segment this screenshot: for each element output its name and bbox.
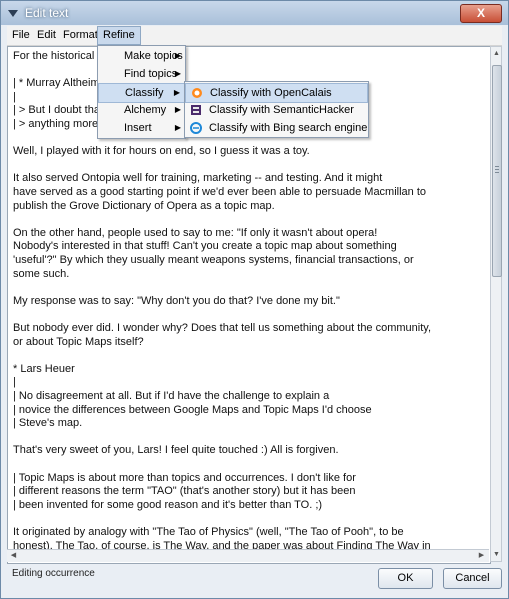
status-text: Editing occurrence — [12, 568, 95, 579]
classify-submenu: Classify with OpenCalais Classify with S… — [184, 81, 369, 138]
editor-line: * Lars Heuer — [13, 362, 75, 375]
editor-line: | * Murray Altheim — [13, 77, 100, 90]
menu-refine[interactable]: Refine — [97, 26, 141, 45]
editor-line: On the other hand, people used to say to… — [13, 226, 378, 239]
editor-line: or about Topic Maps itself? — [13, 335, 144, 348]
semantichacker-icon — [191, 105, 201, 115]
bing-icon — [190, 122, 202, 134]
editor-line: | > But I doubt that — [13, 104, 104, 117]
editor-line: It originated by analogy with "The Tao o… — [13, 526, 404, 538]
editor-line: | Topic Maps is about more than topics a… — [13, 471, 356, 484]
menu-file[interactable]: File — [7, 26, 35, 45]
opencalais-icon — [192, 88, 202, 98]
close-button[interactable]: X — [460, 4, 502, 23]
editor-line: | — [13, 90, 16, 103]
scroll-up-icon[interactable]: ▲ — [492, 49, 501, 58]
menu-bar: File Edit Format Refine — [7, 26, 502, 46]
scroll-left-icon[interactable]: ◀ — [9, 551, 18, 560]
editor-line: some such. — [13, 267, 70, 280]
editor-line: | Steve's map. — [13, 417, 83, 430]
menu-item-alchemy[interactable]: Alchemy ▶ — [98, 101, 185, 119]
scroll-down-icon[interactable]: ▼ — [492, 550, 501, 559]
editor-line: 'useful'?" By which they usually meant w… — [13, 254, 414, 266]
menu-item-classify-opencalais[interactable]: Classify with OpenCalais — [185, 83, 368, 103]
menu-item-classify-semantichacker[interactable]: Classify with SemanticHacker — [185, 101, 368, 119]
vertical-scrollbar[interactable]: ▲ ▼ — [490, 46, 502, 562]
horizontal-scrollbar[interactable]: ◀ ▶ — [7, 549, 489, 562]
editor-line: My response was to say: "Why don't you d… — [13, 294, 340, 307]
editor-line: | novice the differences between Google … — [13, 403, 372, 416]
menu-item-find-topics[interactable]: Find topics ▶ — [98, 65, 185, 83]
chevron-right-icon: ▶ — [174, 69, 181, 78]
editor-line: have served as a good starting point if … — [13, 186, 427, 198]
editor-line: | > anything more t — [13, 118, 105, 130]
cancel-button[interactable]: Cancel — [443, 568, 502, 589]
editor-line: Nobody's interested in that stuff! Can't… — [13, 240, 397, 253]
menu-item-classify-bing[interactable]: Classify with Bing search engine — [185, 119, 368, 137]
edit-text-window: Edit text X File Edit Format Refine For … — [0, 0, 509, 599]
editor-line: publish the Grove Dictionary of Opera as… — [13, 199, 275, 212]
refine-menu: Make topics ▶ Find topics ▶ Classify ▶ Alch… — [97, 45, 186, 139]
editor-line: | different reasons the term "TAO" (that… — [13, 485, 356, 498]
scrollbar-thumb[interactable] — [492, 65, 502, 277]
editor-line: Well, I played with it for hours on end,… — [13, 145, 310, 158]
app-icon — [8, 10, 18, 17]
window-title: Edit text — [25, 6, 69, 20]
ok-button[interactable]: OK — [378, 568, 433, 589]
menu-item-make-topics[interactable]: Make topics ▶ — [98, 47, 185, 65]
title-bar[interactable]: Edit text X — [1, 1, 508, 25]
editor-line: | — [13, 376, 16, 389]
menu-item-insert[interactable]: Insert ▶ — [98, 119, 185, 137]
scroll-right-icon[interactable]: ▶ — [477, 551, 486, 560]
editor-line: | No disagreement at all. But if I'd hav… — [13, 390, 330, 402]
editor-line: For the historical r — [13, 50, 102, 62]
editor-line: | been invented for some good reason and… — [13, 498, 323, 511]
editor-line: But nobody ever did. I wonder why? Does … — [13, 322, 432, 334]
editor-line: That's very sweet of you, Lars! I feel q… — [13, 444, 339, 457]
chevron-right-icon: ▶ — [174, 123, 181, 132]
chevron-right-icon: ▶ — [173, 88, 180, 97]
chevron-right-icon: ▶ — [174, 105, 181, 114]
menu-item-classify[interactable]: Classify ▶ — [98, 83, 185, 103]
editor-line: It also served Ontopia well for training… — [13, 172, 383, 185]
menu-edit[interactable]: Edit — [32, 26, 61, 45]
chevron-right-icon: ▶ — [174, 51, 181, 60]
